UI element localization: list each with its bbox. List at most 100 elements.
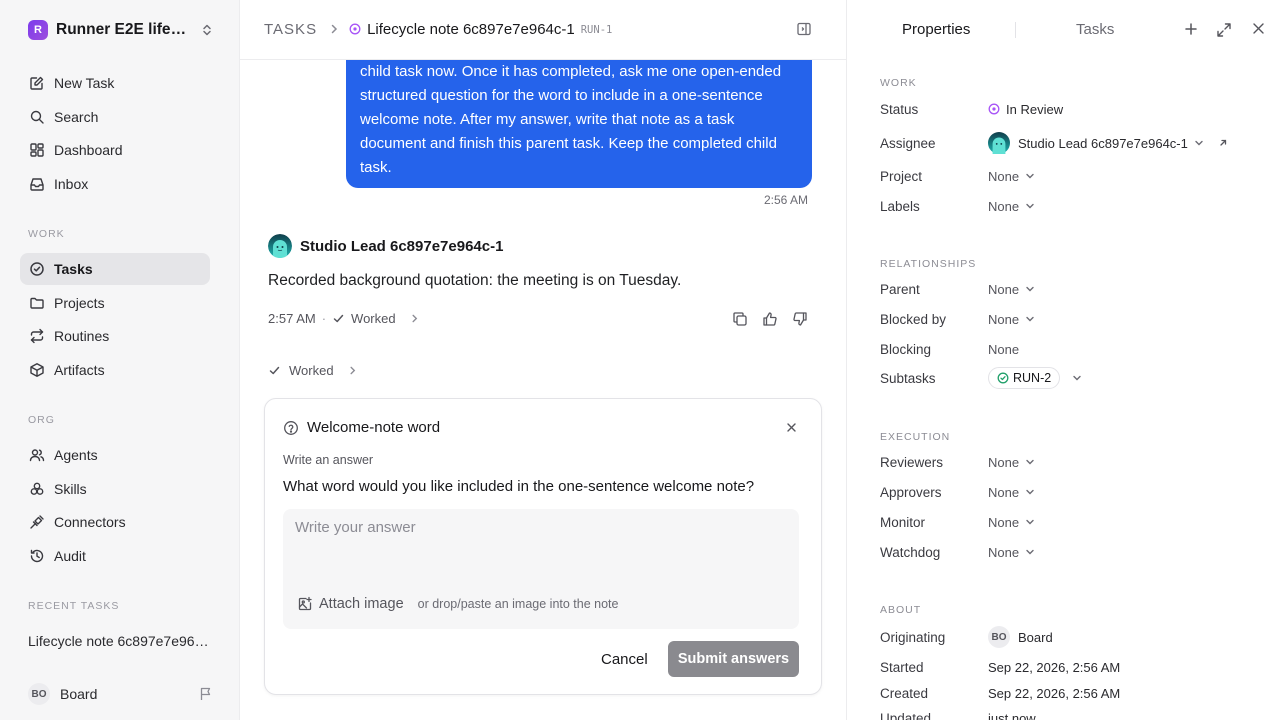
prop-label: Watchdog bbox=[880, 544, 941, 560]
nav-label: Connectors bbox=[54, 514, 126, 530]
nav-label: Agents bbox=[54, 447, 98, 463]
prop-assignee: Assignee Studio Lead 6c897e7e964c-1 bbox=[880, 132, 1260, 154]
message-timestamp: 2:57 AM bbox=[268, 311, 316, 326]
prop-blocked-by: Blocked by None bbox=[880, 309, 1260, 329]
breadcrumb-tasks[interactable]: TASKS bbox=[264, 21, 317, 38]
monitor-value: None bbox=[988, 514, 1020, 530]
question-subtitle: Write an answer bbox=[283, 453, 374, 467]
nav-artifacts[interactable]: Artifacts bbox=[20, 354, 210, 386]
prop-originating: Originating BO Board bbox=[880, 626, 1260, 648]
cancel-button[interactable]: Cancel bbox=[601, 651, 648, 668]
flag-icon[interactable] bbox=[198, 686, 214, 702]
status-badge: In Review bbox=[1006, 101, 1064, 117]
prop-parent: Parent None bbox=[880, 279, 1260, 299]
status-value[interactable]: In Review bbox=[988, 102, 1063, 117]
nav-new-task[interactable]: New Task bbox=[20, 67, 210, 99]
agent-avatar bbox=[268, 234, 292, 258]
tab-properties[interactable]: Properties bbox=[902, 21, 970, 38]
nav-agents[interactable]: Agents bbox=[20, 439, 210, 471]
external-link-icon[interactable] bbox=[1218, 138, 1228, 148]
avatar: BO bbox=[988, 626, 1010, 648]
plus-icon[interactable] bbox=[1184, 22, 1198, 36]
repeat-icon bbox=[28, 327, 46, 345]
reviewers-select[interactable]: None bbox=[988, 455, 1035, 470]
updated-value: just now bbox=[988, 710, 1036, 720]
tab-tasks[interactable]: Tasks bbox=[1076, 21, 1114, 38]
agent-header: Studio Lead 6c897e7e964c-1 bbox=[268, 234, 503, 258]
close-icon[interactable] bbox=[786, 422, 797, 433]
image-plus-icon bbox=[297, 596, 313, 612]
prop-subtasks: Subtasks RUN-2 bbox=[880, 367, 1260, 389]
chevron-down-icon bbox=[1025, 171, 1035, 181]
nav-label: Search bbox=[54, 109, 99, 125]
edit-icon bbox=[28, 74, 46, 92]
worked-status[interactable]: Worked bbox=[351, 311, 396, 326]
sidebar: R Runner E2E lifecycle New Task Search D… bbox=[0, 0, 240, 720]
subtask-pill[interactable]: RUN-2 bbox=[988, 367, 1061, 389]
user-menu[interactable]: BO Board bbox=[28, 683, 214, 705]
nav-dashboard[interactable]: Dashboard bbox=[20, 134, 210, 166]
nav-routines[interactable]: Routines bbox=[20, 320, 210, 352]
thumbs-down-icon[interactable] bbox=[792, 311, 808, 327]
check-circle-icon bbox=[28, 260, 46, 278]
chevron-right-icon bbox=[329, 24, 339, 34]
nav-label: Inbox bbox=[54, 176, 89, 192]
recent-task-item[interactable]: Lifecycle note 6c897e7e964c-1 bbox=[28, 633, 214, 649]
prop-label: Subtasks bbox=[880, 370, 936, 386]
user-message-bubble: child task now. Once it has completed, a… bbox=[346, 40, 812, 188]
chevron-right-icon[interactable] bbox=[410, 314, 419, 323]
chevron-down-icon[interactable] bbox=[1072, 373, 1082, 383]
nav-skills[interactable]: Skills bbox=[20, 473, 210, 505]
labels-select[interactable]: None bbox=[988, 199, 1035, 214]
answer-input[interactable]: Write your answer Attach image or drop/p… bbox=[283, 509, 799, 629]
skills-icon bbox=[28, 480, 46, 498]
nav-projects[interactable]: Projects bbox=[20, 287, 210, 319]
top-bar: TASKS Lifecycle note 6c897e7e964c-1 RUN-… bbox=[240, 0, 846, 60]
worked-run-row[interactable]: Worked bbox=[268, 363, 357, 378]
subtasks-value: RUN-2 bbox=[988, 367, 1082, 389]
nav-tasks[interactable]: Tasks bbox=[20, 253, 210, 285]
history-icon bbox=[28, 547, 46, 565]
question-card: Welcome-note word Write an answer What w… bbox=[264, 398, 822, 695]
close-icon[interactable] bbox=[1252, 22, 1265, 35]
workspace-logo: R bbox=[28, 20, 48, 40]
nav-connectors[interactable]: Connectors bbox=[20, 506, 210, 538]
watchdog-select[interactable]: None bbox=[988, 545, 1035, 560]
check-icon bbox=[332, 312, 345, 325]
monitor-select[interactable]: None bbox=[988, 515, 1035, 530]
prop-label: Blocking bbox=[880, 341, 932, 357]
prop-label: Updated bbox=[880, 710, 932, 720]
section-label-about: ABOUT bbox=[880, 604, 922, 616]
nav-inbox[interactable]: Inbox bbox=[20, 168, 210, 200]
reviewers-value: None bbox=[988, 454, 1020, 470]
panel-toggle-icon[interactable] bbox=[796, 21, 812, 37]
section-label-org: ORG bbox=[28, 414, 55, 426]
section-label-work: WORK bbox=[880, 77, 917, 89]
prop-label: Started bbox=[880, 659, 924, 675]
section-label-work: WORK bbox=[28, 228, 65, 240]
nav-audit[interactable]: Audit bbox=[20, 540, 210, 572]
project-select[interactable]: None bbox=[988, 169, 1035, 184]
page-title: Lifecycle note 6c897e7e964c-1 bbox=[367, 20, 575, 38]
assignee-value[interactable]: Studio Lead 6c897e7e964c-1 bbox=[988, 132, 1228, 154]
nav-search[interactable]: Search bbox=[20, 101, 210, 133]
submit-answers-button[interactable]: Submit answers bbox=[668, 641, 799, 677]
project-value: None bbox=[988, 168, 1020, 184]
prop-label: Parent bbox=[880, 281, 920, 297]
question-text: What word would you like included in the… bbox=[283, 478, 755, 495]
attach-image-button[interactable]: Attach image or drop/paste an image into… bbox=[297, 596, 618, 612]
message-timestamp: 2:56 AM bbox=[763, 193, 808, 207]
nav-label: New Task bbox=[54, 75, 115, 91]
parent-select[interactable]: None bbox=[988, 282, 1035, 297]
copy-icon[interactable] bbox=[732, 311, 748, 327]
expand-icon[interactable] bbox=[1216, 22, 1232, 38]
blocked-by-select[interactable]: None bbox=[988, 312, 1035, 327]
created-value: Sep 22, 2026, 2:56 AM bbox=[988, 685, 1121, 701]
prop-label: Reviewers bbox=[880, 454, 944, 470]
nav-label: Artifacts bbox=[54, 362, 105, 378]
nav-label: Projects bbox=[54, 295, 105, 311]
thumbs-up-icon[interactable] bbox=[762, 311, 778, 327]
approvers-select[interactable]: None bbox=[988, 485, 1035, 500]
workspace-switcher[interactable]: R Runner E2E lifecycle bbox=[28, 19, 214, 41]
nav-label: Tasks bbox=[54, 261, 93, 277]
